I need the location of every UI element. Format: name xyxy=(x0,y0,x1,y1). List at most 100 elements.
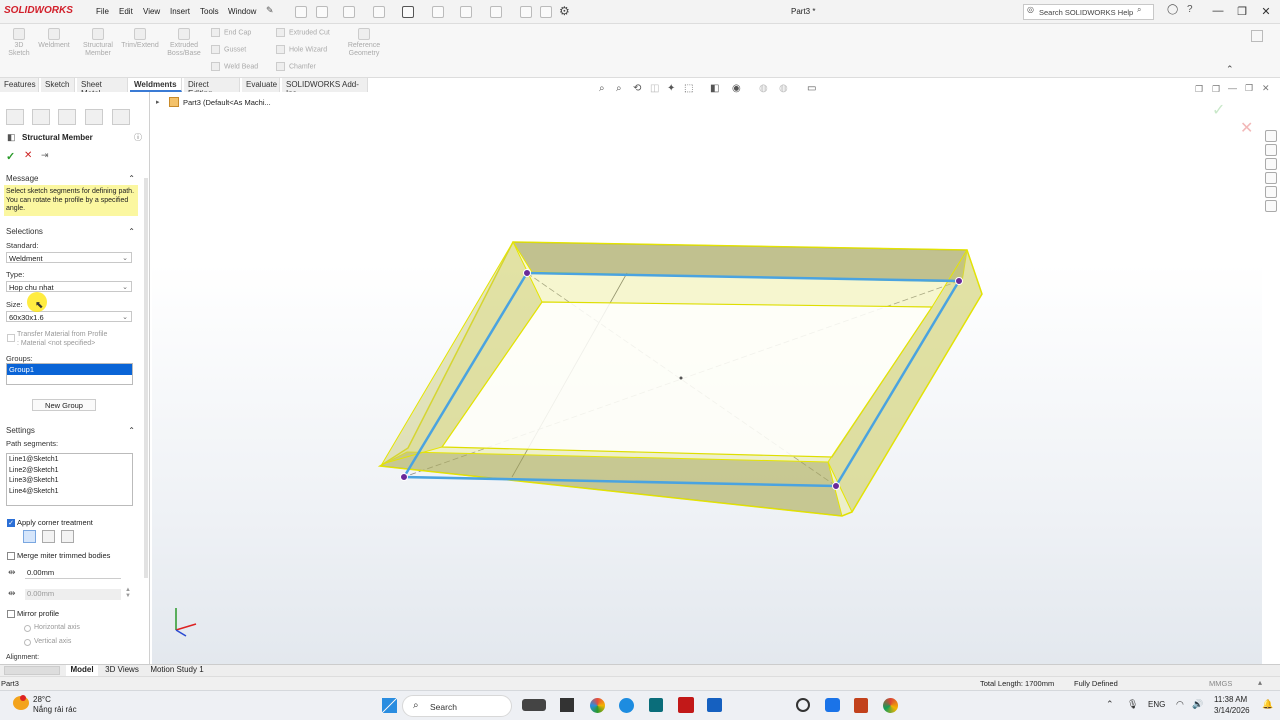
ok-check-icon[interactable]: ✓ xyxy=(6,150,15,163)
list-item[interactable]: Line1@Sketch1 xyxy=(9,455,130,466)
corner-end-miter-icon[interactable] xyxy=(42,530,55,543)
menu-window[interactable]: Window xyxy=(228,7,256,16)
search-icon[interactable]: ⌕ xyxy=(1137,5,1141,15)
menu-tools[interactable]: Tools xyxy=(200,7,219,16)
help-search-input[interactable]: Search SOLIDWORKS Help xyxy=(1023,4,1154,20)
appearances-icon[interactable] xyxy=(1265,186,1277,198)
view-palette-icon[interactable] xyxy=(1265,172,1277,184)
rebuild-icon[interactable] xyxy=(520,6,532,18)
end-cap-button[interactable]: End Cap xyxy=(211,28,251,37)
gap2-input[interactable]: 0.00mm xyxy=(25,589,121,600)
corner-end-butt-icon[interactable] xyxy=(61,530,74,543)
trim-extend-button[interactable]: Trim/Extend xyxy=(118,28,162,50)
notifications-icon[interactable]: 🔔 xyxy=(1262,699,1273,710)
minimize-button[interactable]: — xyxy=(1211,5,1225,17)
tab-motion-study[interactable]: Motion Study 1 xyxy=(146,665,208,676)
weldment-button[interactable]: Weldment xyxy=(34,28,74,50)
task-pane-icon[interactable] xyxy=(1251,30,1263,42)
microphone-icon[interactable]: 🎙 xyxy=(1127,699,1138,710)
clock-date[interactable]: 3/14/2026 xyxy=(1214,706,1250,715)
chrome-app-icon[interactable] xyxy=(883,698,898,713)
tab-model[interactable]: Model xyxy=(66,665,98,676)
open-icon[interactable] xyxy=(343,6,355,18)
menu-file[interactable]: File xyxy=(96,7,109,16)
settings-app-icon[interactable] xyxy=(796,698,810,712)
collapse-ribbon-icon[interactable]: ⌃ xyxy=(1226,64,1234,75)
spinner-icon[interactable]: ▲ ▼ xyxy=(125,587,131,599)
weather-temp[interactable]: 28°C xyxy=(33,695,51,704)
standard-select[interactable]: Weldment ⌄ xyxy=(6,252,132,263)
status-units[interactable]: MMGS xyxy=(1209,679,1232,688)
graphics-area[interactable]: ▸ Part3 (Default<As Machi... ⌕ ⌕ ⟲ ◫ ✦ ⬚… xyxy=(152,83,1270,664)
viewport-close-icon[interactable]: ✕ xyxy=(1262,83,1270,94)
status-options-icon[interactable]: ▴ xyxy=(1258,678,1262,687)
tab-evaluate[interactable]: Evaluate xyxy=(242,78,280,92)
list-item[interactable]: Line3@Sketch1 xyxy=(9,476,130,487)
size-select[interactable]: 60x30x1.6 ⌄ xyxy=(6,311,132,322)
powerpoint-app-icon[interactable] xyxy=(854,698,868,713)
home-icon[interactable] xyxy=(295,6,307,18)
taskbar-search[interactable]: ⌕ Search xyxy=(402,695,512,717)
list-item[interactable]: Line4@Sketch1 xyxy=(9,487,130,498)
structural-member-button[interactable]: Structural Member xyxy=(78,28,118,58)
save-icon[interactable] xyxy=(373,6,385,18)
merge-miter-checkbox[interactable] xyxy=(7,552,15,560)
tab-sheet-metal[interactable]: Sheet Metal xyxy=(77,78,128,98)
pin-icon[interactable]: ✎ xyxy=(266,5,274,16)
dimxpert-tab-icon[interactable] xyxy=(85,109,103,125)
extruded-boss-button[interactable]: Extruded Boss/Base xyxy=(164,28,204,58)
type-select[interactable]: Hop chu nhat ⌄ xyxy=(6,281,132,292)
extruded-cut-button[interactable]: Extruded Cut xyxy=(276,28,330,37)
wifi-icon[interactable]: ◠ xyxy=(1176,699,1184,710)
chamfer-button[interactable]: Chamfer xyxy=(276,62,316,71)
horizontal-scrollbar[interactable] xyxy=(4,666,60,675)
cancel-x-icon[interactable]: ✕ xyxy=(24,150,32,161)
help-icon[interactable]: ⓘ xyxy=(134,132,142,143)
redo-icon[interactable] xyxy=(460,6,472,18)
show-hidden-icons[interactable]: ⌃ xyxy=(1106,699,1114,710)
reference-geometry-button[interactable]: Reference Geometry xyxy=(342,28,386,58)
pushpin-icon[interactable]: ⇥ xyxy=(41,150,49,161)
tab-sketch[interactable]: Sketch xyxy=(41,78,75,92)
undo-icon[interactable] xyxy=(432,6,444,18)
settings-header[interactable]: Settings xyxy=(6,426,35,435)
zalo-app-icon[interactable] xyxy=(825,698,840,712)
configuration-manager-tab-icon[interactable] xyxy=(58,109,76,125)
store-app-icon[interactable] xyxy=(649,698,663,712)
new-document-icon[interactable] xyxy=(316,6,328,18)
clock-time[interactable]: 11:38 AM xyxy=(1214,695,1247,704)
chevron-up-icon[interactable]: ⌃ xyxy=(128,174,135,183)
tab-weldments[interactable]: Weldments xyxy=(130,78,182,92)
gusset-button[interactable]: Gusset xyxy=(211,45,246,54)
maximize-button[interactable]: ❐ xyxy=(1235,5,1249,18)
groups-list[interactable]: Group1 xyxy=(6,363,133,385)
select-icon[interactable] xyxy=(490,6,502,18)
tab-direct-editing[interactable]: Direct Editing xyxy=(184,78,240,98)
file-explorer-icon[interactable] xyxy=(1265,158,1277,170)
weather-desc[interactable]: Nắng rải rác xyxy=(33,705,77,714)
file-properties-icon[interactable] xyxy=(540,6,552,18)
hole-wizard-button[interactable]: Hole Wizard xyxy=(276,45,327,54)
menu-insert[interactable]: Insert xyxy=(170,7,190,16)
chevron-up-icon[interactable]: ⌃ xyxy=(128,227,135,236)
new-group-button[interactable]: New Group xyxy=(32,399,96,411)
account-icon[interactable]: ◯ xyxy=(1167,4,1178,15)
print-icon[interactable] xyxy=(402,6,414,18)
edge-browser-icon[interactable] xyxy=(619,698,634,713)
options-gear-icon[interactable]: ⚙ xyxy=(559,4,570,18)
corner-end-trim-icon[interactable] xyxy=(23,530,36,543)
menu-edit[interactable]: Edit xyxy=(119,7,133,16)
path-segments-list[interactable]: Line1@Sketch1 Line2@Sketch1 Line3@Sketch… xyxy=(6,453,133,506)
help-icon[interactable]: ? xyxy=(1187,4,1193,15)
outlook-app-icon[interactable] xyxy=(707,698,722,712)
custom-properties-icon[interactable] xyxy=(1265,200,1277,212)
panel-scrollbar[interactable] xyxy=(144,178,148,578)
3d-sketch-button[interactable]: 3D Sketch xyxy=(4,28,34,58)
group-item[interactable]: Group1 xyxy=(7,364,132,375)
tab-3d-views[interactable]: 3D Views xyxy=(102,665,142,676)
tab-solidworks-addins[interactable]: SOLIDWORKS Add-Ins xyxy=(282,78,368,98)
menu-view[interactable]: View xyxy=(143,7,160,16)
solidworks-app-icon[interactable] xyxy=(678,697,694,713)
mirror-profile-checkbox[interactable] xyxy=(7,610,15,618)
task-view-icon[interactable] xyxy=(522,699,546,711)
